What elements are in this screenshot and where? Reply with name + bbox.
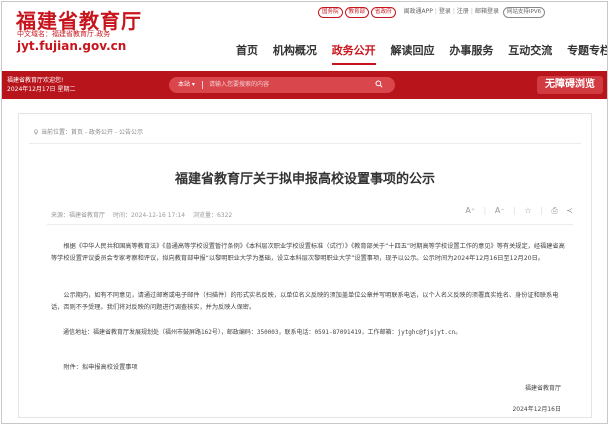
badge-state-council[interactable]: 国务院 [318,7,343,18]
search-input[interactable]: 请输入您要搜索的内容 [209,77,269,93]
search-scope-label: 本站 [178,81,191,88]
attachment-link[interactable]: 附件：拟申报高校设置事项 [51,362,565,374]
article-meta: 来源：福建省教育厅 时间：2024-12-16 17:14 浏览量：6322 [51,210,238,219]
ipv6-badge: 网站支持IPV6 [502,7,546,18]
article-signature: 福建省教育厅 [524,385,561,392]
nav-item-interpretation[interactable]: 解读回应 [391,42,435,58]
breadcrumb: 当前位置：首页 - 政务公开 - 公告公示 [33,127,143,136]
link-mzt-app[interactable]: 闽政通APP [403,8,432,15]
welcome-text: 福建省教育厅欢迎您! 2024年12月17日 星期二 [7,76,75,94]
article-time: 时间：2024-12-16 17:14 [112,212,186,219]
accessibility-button[interactable]: 无障碍浏览 [537,76,603,94]
article-panel: 当前位置：首页 - 政务公开 - 公告公示 福建省教育厅关于拟申报高校设置事项的… [18,113,592,418]
browser-page: 福建省教育厅 中文域名：福建省教育厅.政务 jyt.fujian.gov.cn … [1,1,608,424]
nav-item-gov-affairs-label: 政务公开 [331,44,376,57]
breadcrumb-path[interactable]: 首页 - 政务公开 - 公告公示 [71,129,143,136]
favorite-icon[interactable]: ☆ [524,206,531,215]
nav-item-gov-affairs[interactable]: 政务公开 [331,42,376,65]
nav-item-topics[interactable]: 专题专栏 [567,42,607,58]
search-bar[interactable]: 本站 ▾ 请输入您要搜索的内容 [169,77,395,93]
welcome-line: 福建省教育厅欢迎您! [7,77,64,84]
main-nav: 首页 机构概况 政务公开 解读回应 办事服务 互动交流 专题专栏 [236,42,607,65]
link-mail-login[interactable]: 邮箱登录 [475,8,499,15]
date-line: 2024年12月17日 星期二 [7,86,76,93]
search-divider [202,81,203,89]
site-domain: jyt.fujian.gov.cn [17,39,127,53]
site-domain-cn: 中文域名：福建省教育厅.政务 [17,30,111,38]
divider [47,224,573,225]
share-icon[interactable]: ≺ [566,206,573,215]
nav-item-home[interactable]: 首页 [236,42,258,58]
article-paragraph: 公示期内，如有不同意见，请通过邮寄或电子邮件（扫描件）的形式实名反映，以单位名义… [51,292,559,311]
article-date: 2024年12月16日 [512,406,561,413]
badge-provincial-gov[interactable]: 省政府 [371,7,396,18]
search-scope-select[interactable]: 本站 ▾ [178,77,195,93]
nav-item-interaction[interactable]: 互动交流 [508,42,552,58]
location-icon [34,129,38,135]
link-login[interactable]: 登录 [439,8,451,15]
print-icon[interactable]: ⎙ [551,206,557,215]
breadcrumb-label: 当前位置： [41,129,72,136]
article-tools: A⁺ | A⁻ | ☆ | ⎙ ≺ [465,206,573,215]
font-smaller-button[interactable]: A⁻ [495,206,505,215]
utility-bar: 福建省教育厅欢迎您! 2024年12月17日 星期二 本站 ▾ 请输入您要搜索的… [2,71,607,99]
divider [29,143,581,144]
article-paragraph: 通信地址：福建省教育厅发展规划处（福州市鼓屏路162号），邮政编码：350003… [63,329,462,336]
top-links: 国务院 教育部 省政府 闽政通APP | 登录 | 注册 | 邮箱登录 网站支持IPV6 [318,6,546,18]
article-paragraph: 根据《中华人民共和国高等教育法》《普通高等学校设置暂行条例》《本科层次职业学校设… [51,243,565,262]
nav-item-services[interactable]: 办事服务 [449,42,493,58]
site-header: 福建省教育厅 中文域名：福建省教育厅.政务 jyt.fujian.gov.cn … [2,2,607,70]
nav-active-underline [331,63,376,65]
search-icon[interactable] [375,80,383,88]
article-source: 来源：福建省教育厅 [51,212,106,219]
article-title: 福建省教育厅关于拟申报高校设置事项的公示 [174,172,435,187]
font-larger-button[interactable]: A⁺ [465,206,475,215]
badge-ministry-education[interactable]: 教育部 [344,7,370,18]
link-register[interactable]: 注册 [457,8,469,15]
nav-item-about[interactable]: 机构概况 [273,42,317,58]
article-views: 浏览量：6322 [192,212,233,219]
